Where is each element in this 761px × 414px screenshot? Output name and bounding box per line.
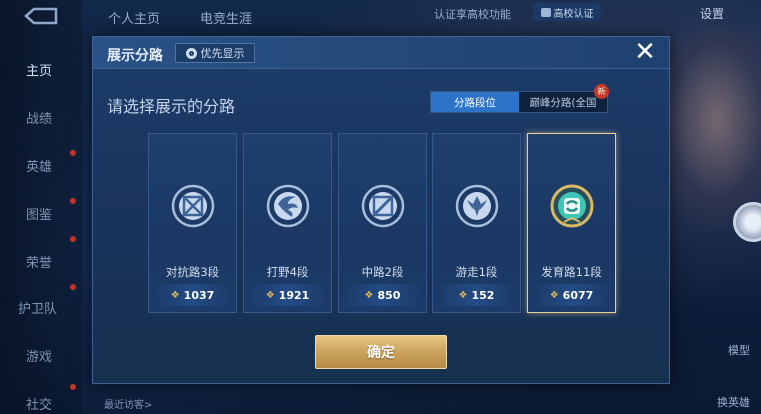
settings-label[interactable]: 设置 (700, 5, 724, 25)
mid-lane-icon (361, 184, 405, 228)
nav-item-social[interactable]: 社交 (26, 394, 52, 413)
lane-score-row: ❖ 152 (437, 284, 516, 306)
close-icon[interactable]: ✕ (633, 39, 657, 65)
nav-item-home[interactable]: 主页 (26, 60, 52, 79)
toggle-lane-rank-label: 分路段位 (454, 96, 496, 109)
peak-points-icon: ❖ (549, 289, 559, 301)
nav-item-honor[interactable]: 荣誉 (26, 252, 52, 271)
farm-lane-icon (550, 184, 594, 228)
lane-card-label: 发育路11段 (541, 265, 602, 279)
roam-icon (455, 184, 499, 228)
left-navigation: 主页 战绩 英雄 图鉴 荣誉 护卫队 游戏 社交 (0, 0, 82, 414)
nav-item-records[interactable]: 战绩 (26, 108, 52, 127)
lane-card-label: 打野4段 (266, 265, 309, 279)
back-arrow-icon[interactable] (22, 6, 60, 26)
dialog-subtitle: 请选择展示的分路 (107, 97, 236, 116)
lane-mode-toggle: 分路段位 巅峰分路(全国 新 (430, 84, 609, 113)
lane-score-row: ❖ 1037 (153, 284, 232, 306)
priority-display-label: 优先显示 (200, 47, 245, 60)
jungle-icon (266, 184, 310, 228)
dialog-title: 展示分路 (107, 48, 163, 64)
lane-score: 6077 (562, 288, 594, 302)
notification-dot (70, 150, 76, 156)
confirm-button[interactable]: 确定 (315, 335, 447, 369)
nav-item-guard-team[interactable]: 护卫队 (18, 298, 57, 317)
lane-card-mid[interactable]: 中路2段 ❖ 850 (338, 133, 427, 313)
peak-points-icon: ❖ (265, 289, 275, 301)
lane-score: 1037 (183, 288, 215, 302)
toggle-peak-lane[interactable]: 巅峰分路(全国 新 (519, 84, 609, 112)
new-badge: 新 (594, 84, 609, 99)
lane-card-jungle[interactable]: 打野4段 ❖ 1921 (243, 133, 332, 313)
lane-card-clash[interactable]: 对抗路3段 ❖ 1037 (148, 133, 237, 313)
nav-item-games[interactable]: 游戏 (26, 346, 52, 365)
lane-card-roam[interactable]: 游走1段 ❖ 152 (432, 133, 521, 313)
notification-dot (70, 384, 76, 390)
model-label[interactable]: 模型 (728, 342, 750, 358)
campus-icon (540, 7, 551, 17)
peak-points-icon: ❖ (458, 289, 468, 301)
lane-score: 152 (471, 288, 495, 302)
lane-score-row: ❖ 6077 (532, 284, 611, 306)
lane-score-row: ❖ 850 (343, 284, 422, 306)
nav-item-heroes[interactable]: 英雄 (26, 156, 52, 175)
gear-icon (185, 47, 197, 59)
lane-score-row: ❖ 1921 (248, 284, 327, 306)
notification-dot (70, 198, 76, 204)
toggle-lane-rank[interactable]: 分路段位 (431, 92, 519, 112)
priority-display-button[interactable]: 优先显示 (175, 43, 255, 63)
peak-points-icon: ❖ (364, 289, 374, 301)
peak-points-icon: ❖ (170, 289, 180, 301)
notification-dot (70, 284, 76, 290)
lane-score: 1921 (278, 288, 310, 302)
recent-visitors-link[interactable]: 最近访客> (104, 396, 152, 411)
notification-dot (70, 236, 76, 242)
lane-card-label: 中路2段 (361, 265, 404, 279)
lane-card-farm[interactable]: 发育路11段 ❖ 6077 (527, 133, 616, 313)
dialog-header: 展示分路 优先显示 ✕ (93, 37, 669, 69)
campus-verify-text[interactable]: 认证享高校功能 (434, 6, 511, 26)
campus-badge-label: 高校认证 (553, 8, 594, 20)
lane-display-dialog: 展示分路 优先显示 ✕ 请选择展示的分路 分路段位 巅峰分路(全国 新 对抗路3… (92, 36, 670, 384)
toggle-peak-lane-label: 巅峰分路(全国 (529, 96, 597, 109)
tab-profile[interactable]: 个人主页 (108, 8, 160, 27)
lane-card-label: 对抗路3段 (165, 265, 220, 279)
lane-card-label: 游走1段 (455, 265, 498, 279)
tab-esports-career[interactable]: 电竞生涯 (200, 8, 252, 27)
switch-hero-label[interactable]: 换英雄 (717, 394, 750, 410)
clash-lane-icon (171, 184, 215, 228)
nav-item-collection[interactable]: 图鉴 (26, 204, 52, 223)
campus-verify-badge[interactable]: 高校认证 (533, 3, 601, 21)
lane-score: 850 (377, 288, 401, 302)
